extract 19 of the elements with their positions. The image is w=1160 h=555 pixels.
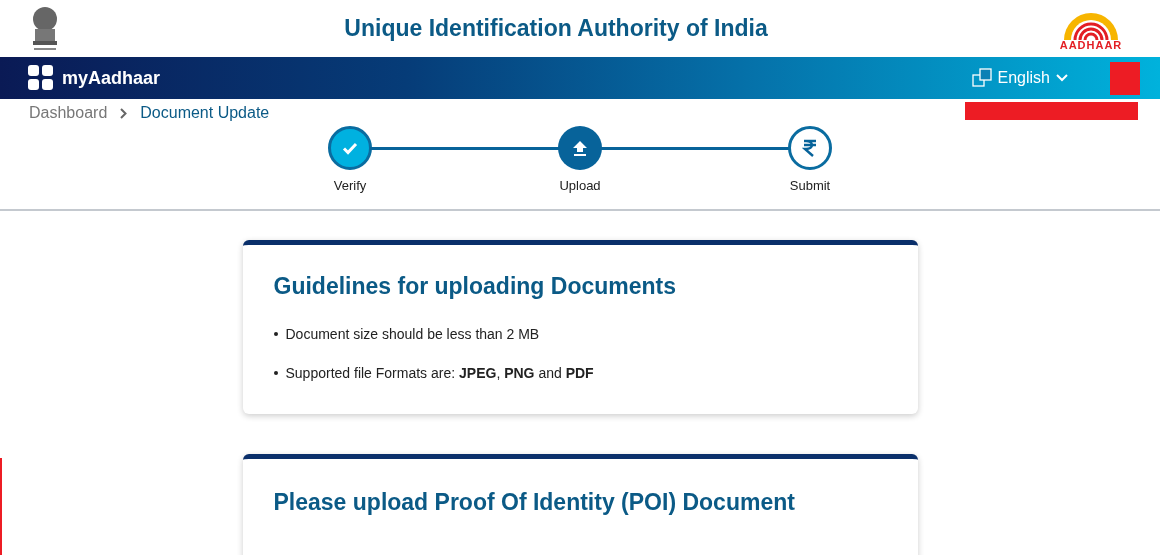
step-label: Submit bbox=[789, 177, 831, 195]
breadcrumb-link[interactable]: Document Update bbox=[140, 101, 270, 125]
step-label: Upload bbox=[559, 177, 601, 195]
brand-name[interactable]: myAadhaar bbox=[62, 64, 161, 92]
translate-icon bbox=[971, 68, 992, 88]
redaction-block bbox=[1110, 61, 1140, 95]
breadcrumb-link[interactable]: Dashboard bbox=[29, 101, 108, 125]
bullet-icon bbox=[273, 332, 278, 336]
card-title: Guidelines for uploading Documents bbox=[273, 272, 678, 301]
card-title: Please upload Proof Of Identity (POI) Document bbox=[273, 487, 796, 517]
grid-icon[interactable] bbox=[28, 65, 54, 91]
guideline-text: Document size should be less than 2 MB bbox=[285, 324, 540, 344]
guideline-text: Supported file Formats are: JPEG, PNG and PDF bbox=[285, 363, 594, 383]
chevron-down-icon bbox=[1056, 74, 1068, 82]
logo-text: AADHAAR bbox=[1059, 40, 1123, 51]
step-label: Verify bbox=[333, 177, 367, 195]
chevron-right-icon bbox=[120, 107, 128, 119]
site-title: Unique Identification Authority of India bbox=[344, 14, 768, 44]
bullet-icon bbox=[273, 371, 278, 375]
